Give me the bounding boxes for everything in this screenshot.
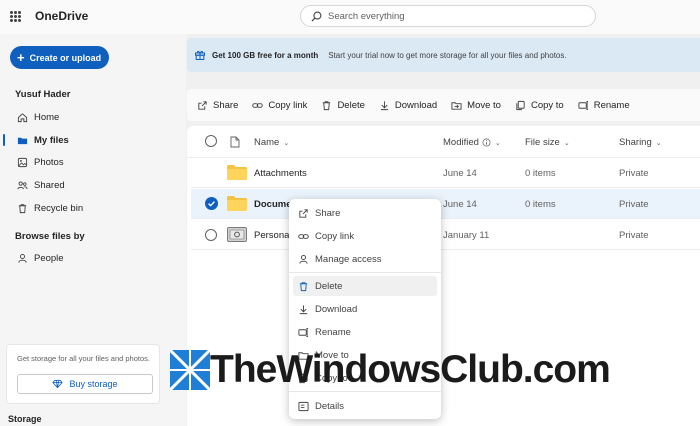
rename-icon (298, 327, 309, 337)
sidebar-item-home[interactable]: Home (0, 107, 186, 127)
search-icon (311, 11, 322, 22)
banner-text: Start your trial now to get more storage… (328, 50, 567, 60)
file-name[interactable]: Personal (254, 230, 292, 241)
watermark: TheWindowsClub.com (170, 346, 611, 394)
trash-icon (299, 281, 308, 291)
checkmark-icon[interactable] (205, 197, 218, 210)
user-name: Yusuf Hader (15, 89, 71, 100)
sort-chevron-icon: ⌄ (655, 139, 662, 147)
link-icon (298, 233, 309, 239)
share-icon (299, 208, 308, 218)
sort-chevron-icon: ⌄ (494, 139, 501, 147)
trash-icon (323, 100, 331, 110)
file-sharing: Private (619, 230, 649, 241)
context-menu-delete[interactable]: Delete (293, 276, 437, 296)
file-size: 0 items (525, 199, 556, 210)
photo-icon (17, 157, 28, 167)
diamond-icon (52, 379, 64, 389)
share-icon (198, 100, 207, 110)
browse-files-heading: Browse files by (15, 231, 85, 242)
download-icon (380, 100, 389, 110)
copy-icon (516, 100, 525, 110)
buy-storage-button[interactable]: Buy storage (17, 374, 153, 394)
file-size: 0 items (525, 168, 556, 179)
menu-divider (289, 272, 441, 273)
command-bar: Share Copy link Delete Download Move to … (187, 89, 700, 121)
rename-command[interactable]: Rename (578, 100, 630, 111)
people-icon (17, 181, 28, 189)
sidebar-item-shared[interactable]: Shared (0, 175, 186, 195)
file-modified: June 14 (443, 168, 477, 179)
create-or-upload-button[interactable]: + Create or upload (10, 46, 109, 69)
table-row[interactable]: Documer June 14 0 items Private (191, 189, 700, 219)
storage-heading: Storage (8, 414, 42, 424)
file-type-icon (230, 136, 240, 148)
search-input[interactable]: Search everything (328, 11, 405, 22)
context-menu-download[interactable]: Download (293, 299, 437, 319)
person-icon (18, 253, 27, 263)
row-checkbox[interactable] (205, 229, 217, 241)
file-modified: January 11 (443, 230, 490, 241)
file-list-header: Name ⌄ Modified ⌄ File size ⌄ Sharing ⌄ (187, 126, 700, 158)
column-header-name[interactable]: Name ⌄ (254, 137, 289, 148)
rename-icon (578, 100, 588, 110)
details-icon (298, 401, 309, 411)
sidebar-item-people[interactable]: People (0, 248, 186, 268)
move-to-icon (451, 101, 462, 110)
sort-chevron-icon: ⌄ (563, 139, 570, 147)
folder-icon (227, 165, 247, 180)
copy-to-command[interactable]: Copy to (515, 100, 564, 111)
download-icon (299, 304, 308, 314)
context-menu-details[interactable]: Details (293, 396, 437, 416)
search-box[interactable]: Search everything (300, 5, 596, 27)
file-name[interactable]: Attachments (254, 168, 307, 179)
move-to-command[interactable]: Move to (451, 100, 501, 111)
context-menu-rename[interactable]: Rename (293, 322, 437, 342)
table-row[interactable]: Attachments June 14 0 items Private (191, 158, 700, 188)
column-header-file-size[interactable]: File size ⌄ (525, 137, 570, 148)
folder-icon (17, 137, 28, 144)
download-command[interactable]: Download (379, 100, 437, 111)
trash-icon (18, 203, 27, 213)
file-sharing: Private (619, 168, 649, 179)
context-menu-copy-link[interactable]: Copy link (293, 226, 437, 246)
banner-title: Get 100 GB free for a month (212, 50, 319, 60)
app-title[interactable]: OneDrive (35, 9, 88, 23)
sort-chevron-icon: ⌄ (283, 139, 290, 147)
context-menu-share[interactable]: Share (293, 203, 437, 223)
file-modified: June 14 (443, 199, 477, 210)
sidebar: + Create or upload Yusuf Hader Home My f… (0, 34, 186, 426)
info-icon (482, 138, 491, 147)
person-icon (299, 254, 308, 264)
link-icon (252, 102, 264, 108)
column-header-modified[interactable]: Modified ⌄ (443, 137, 501, 148)
app-launcher-icon[interactable] (10, 11, 21, 22)
plus-icon: + (17, 50, 25, 65)
windows-logo-icon (170, 350, 210, 390)
folder-icon (227, 196, 247, 211)
gift-icon (195, 50, 205, 60)
trial-banner[interactable]: Get 100 GB free for a month Start your t… (187, 38, 700, 72)
storage-promo-text: Get storage for all your files and photo… (17, 354, 150, 363)
share-command[interactable]: Share (197, 100, 238, 111)
table-row[interactable]: Personal January 11 Private (191, 220, 700, 250)
personal-vault-icon (227, 227, 247, 242)
column-header-sharing[interactable]: Sharing ⌄ (619, 137, 662, 148)
sidebar-item-photos[interactable]: Photos (0, 152, 186, 172)
copy-link-command[interactable]: Copy link (252, 100, 307, 111)
top-bar: OneDrive Search everything (0, 0, 700, 34)
watermark-text: TheWindowsClub.com (210, 348, 611, 391)
delete-command[interactable]: Delete (321, 100, 365, 111)
sidebar-item-recycle-bin[interactable]: Recycle bin (0, 198, 186, 218)
storage-promo-card: Get storage for all your files and photo… (6, 344, 160, 404)
context-menu-manage-access[interactable]: Manage access (293, 249, 437, 269)
sidebar-item-my-files[interactable]: My files (0, 130, 186, 150)
home-icon (17, 112, 28, 122)
select-all-checkbox[interactable] (205, 135, 217, 147)
file-sharing: Private (619, 199, 649, 210)
